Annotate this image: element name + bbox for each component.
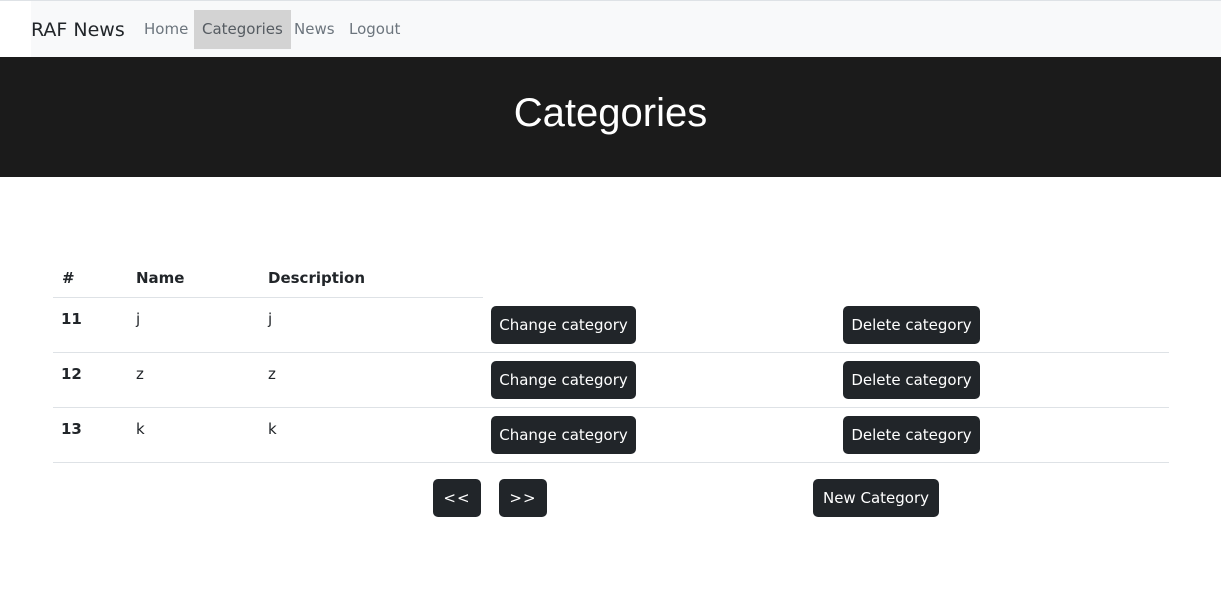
page-header: Categories bbox=[0, 57, 1221, 177]
nav-categories[interactable]: Categories bbox=[194, 10, 291, 49]
previous-page-button[interactable]: << bbox=[433, 479, 481, 517]
navbar-container: RAF News Home Categories News Logout bbox=[31, 1, 1221, 58]
brand-logo[interactable]: RAF News bbox=[31, 18, 125, 42]
row-name: j bbox=[136, 310, 141, 328]
row-description: k bbox=[268, 420, 277, 438]
row-description: z bbox=[268, 365, 276, 383]
row-description: j bbox=[268, 310, 273, 328]
delete-category-button[interactable]: Delete category bbox=[843, 416, 980, 454]
delete-category-button[interactable]: Delete category bbox=[843, 306, 980, 344]
new-category-button[interactable]: New Category bbox=[813, 479, 939, 517]
row-id: 13 bbox=[61, 420, 82, 438]
change-category-button[interactable]: Change category bbox=[491, 361, 636, 399]
change-category-button[interactable]: Change category bbox=[491, 416, 636, 454]
table-row: 12 z z Change category Delete category bbox=[53, 353, 1169, 408]
row-name: z bbox=[136, 365, 144, 383]
row-name: k bbox=[136, 420, 145, 438]
column-header-id: # bbox=[62, 269, 75, 287]
page-title: Categories bbox=[513, 91, 708, 135]
row-id: 11 bbox=[61, 310, 82, 328]
change-category-button[interactable]: Change category bbox=[491, 306, 636, 344]
row-id: 12 bbox=[61, 365, 82, 383]
navbar: RAF News Home Categories News Logout bbox=[0, 0, 1221, 58]
nav-home[interactable]: Home bbox=[136, 10, 196, 49]
column-header-description: Description bbox=[268, 269, 366, 287]
column-header-name: Name bbox=[136, 269, 185, 287]
nav-logout[interactable]: Logout bbox=[341, 10, 408, 49]
next-page-button[interactable]: >> bbox=[499, 479, 547, 517]
table-row: 13 k k Change category Delete category bbox=[53, 408, 1169, 463]
delete-category-button[interactable]: Delete category bbox=[843, 361, 980, 399]
table-row: 11 j j Change category Delete category bbox=[53, 298, 1169, 353]
nav-news[interactable]: News bbox=[286, 10, 343, 49]
